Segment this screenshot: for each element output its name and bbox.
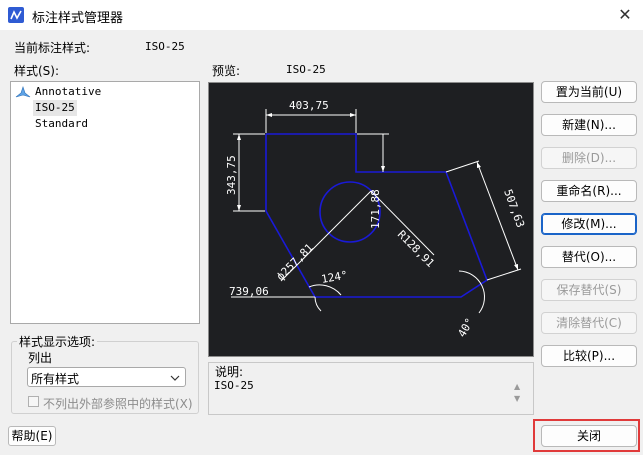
- window-title: 标注样式管理器: [32, 11, 124, 26]
- close-icon[interactable]: ✕: [612, 4, 638, 26]
- list-item[interactable]: Annotative: [35, 84, 101, 100]
- annotative-scale-icon: [15, 86, 31, 98]
- new-button[interactable]: 新建(N)...: [541, 114, 637, 136]
- list-label: 列出: [28, 351, 53, 365]
- set-current-button[interactable]: 置为当前(U): [541, 81, 637, 103]
- styles-label: 样式(S):: [14, 64, 60, 78]
- exclude-xref-checkbox[interactable]: [28, 396, 39, 407]
- dim-text-top: 403,75: [289, 99, 329, 112]
- styles-list[interactable]: Annotative ISO-25 Standard: [10, 81, 200, 324]
- chevron-down-icon: [170, 375, 180, 381]
- dim-text-radius: R128,91: [395, 228, 437, 270]
- clear-override-button[interactable]: 清除替代(C): [541, 312, 637, 334]
- preview-label: 预览:: [212, 64, 241, 78]
- description-text: ISO-25: [214, 379, 254, 392]
- dim-text-left: 343,75: [225, 155, 238, 195]
- dim-text-mid: 171,88: [369, 189, 382, 229]
- select-value: 所有样式: [31, 372, 80, 386]
- list-item[interactable]: Standard: [35, 116, 88, 132]
- dim-text-angle2: 40°: [455, 316, 476, 340]
- description-scroll[interactable]: ▲ ▼: [514, 381, 520, 405]
- dim-text-angle1: 124°: [320, 269, 348, 286]
- list-filter-select[interactable]: 所有样式: [27, 367, 186, 387]
- save-override-button[interactable]: 保存替代(S): [541, 279, 637, 301]
- preview-canvas: 403,75 343,75 171,88 ϕ257,81 R128,91 507…: [208, 82, 534, 357]
- app-icon: [8, 7, 24, 23]
- description-label: 说明:: [215, 365, 244, 379]
- current-style-label: 当前标注样式:: [14, 41, 91, 55]
- exclude-xref-label: 不列出外部参照中的样式(X): [43, 397, 193, 411]
- modify-button[interactable]: 修改(M)...: [541, 213, 637, 235]
- override-button[interactable]: 替代(O)...: [541, 246, 637, 268]
- preview-style-name: ISO-25: [286, 63, 326, 76]
- dim-text-diameter: ϕ257,81: [274, 241, 316, 283]
- current-style-value: ISO-25: [145, 40, 185, 53]
- rename-button[interactable]: 重命名(R)...: [541, 180, 637, 202]
- dim-text-baseline: 739,06: [229, 285, 269, 298]
- help-button[interactable]: 帮助(E): [8, 426, 56, 446]
- close-button[interactable]: 关闭: [541, 425, 637, 447]
- dim-text-right: 507,63: [501, 188, 527, 230]
- title-bar: 标注样式管理器 ✕: [0, 0, 643, 30]
- description-box: 说明: ISO-25 ▲ ▼: [208, 362, 534, 415]
- compare-button[interactable]: 比较(P)...: [541, 345, 637, 367]
- list-item-selected[interactable]: ISO-25: [33, 100, 77, 116]
- delete-button[interactable]: 删除(D)...: [541, 147, 637, 169]
- display-options-label: 样式显示选项:: [17, 333, 98, 350]
